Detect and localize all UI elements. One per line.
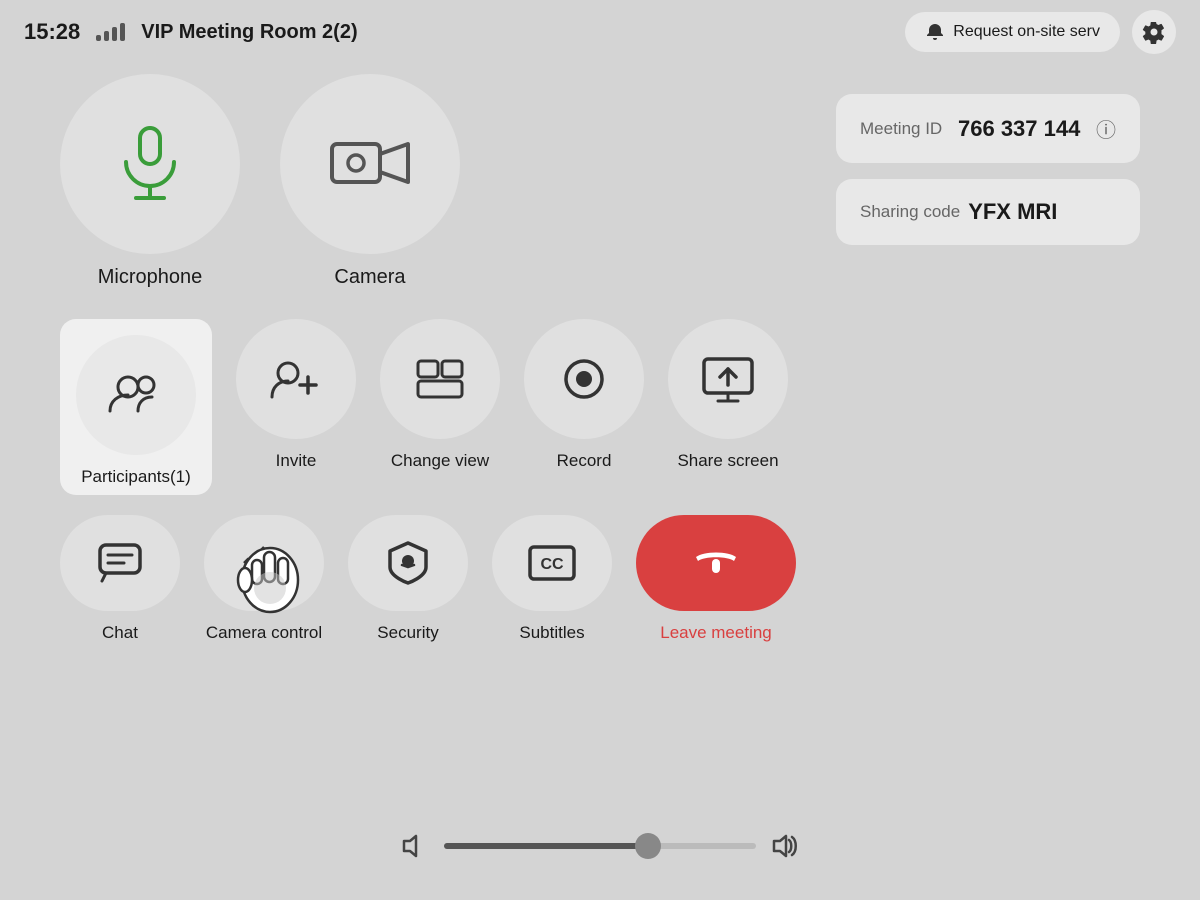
- chat-control: Chat: [60, 515, 180, 643]
- record-label: Record: [557, 451, 612, 471]
- header-right: Request on-site serv: [905, 10, 1176, 54]
- microphone-button[interactable]: [60, 74, 240, 254]
- invite-button[interactable]: [236, 319, 356, 439]
- record-button[interactable]: [524, 319, 644, 439]
- room-title: VIP Meeting Room 2(2): [141, 21, 357, 44]
- signal-bar-4: [120, 23, 125, 41]
- signal-bar-1: [96, 35, 101, 41]
- header: 15:28 VIP Meeting Room 2(2) Request on-s…: [0, 0, 1200, 64]
- settings-button[interactable]: [1132, 10, 1176, 54]
- participants-icon: [108, 373, 164, 417]
- sharing-code-label: Sharing code: [860, 202, 960, 222]
- share-screen-icon: [700, 355, 756, 403]
- gear-icon: [1142, 20, 1166, 44]
- camera-control-label: Camera control: [206, 623, 322, 643]
- leave-meeting-control: Leave meeting: [636, 515, 796, 643]
- chat-button[interactable]: [60, 515, 180, 611]
- bottom-controls-row: Chat Camera control: [60, 515, 796, 643]
- invite-icon: [270, 357, 322, 401]
- subtitles-label: Subtitles: [519, 623, 584, 643]
- subtitles-button[interactable]: CC: [492, 515, 612, 611]
- camera-control-icon: [238, 541, 290, 585]
- info-icon[interactable]: ⓘ: [1096, 114, 1116, 143]
- security-icon: [386, 539, 430, 587]
- chat-icon: [96, 541, 144, 585]
- bell-icon: [925, 22, 945, 42]
- record-icon: [560, 355, 608, 403]
- share-screen-button[interactable]: [668, 319, 788, 439]
- leave-icon: [690, 547, 742, 579]
- meeting-id-label: Meeting ID: [860, 119, 950, 139]
- participants-circle: [76, 335, 196, 455]
- meeting-id-card: Meeting ID 766 337 144 ⓘ: [836, 94, 1140, 163]
- sharing-code-value: YFX MRI: [968, 199, 1057, 225]
- volume-high-icon: [772, 832, 800, 860]
- meeting-id-value: 766 337 144: [958, 116, 1080, 142]
- invite-label: Invite: [276, 451, 317, 471]
- camera-button[interactable]: [280, 74, 460, 254]
- subtitles-icon: CC: [526, 541, 578, 585]
- record-control: Record: [524, 319, 644, 495]
- camera-control-button[interactable]: [204, 515, 324, 611]
- clock: 15:28: [24, 19, 80, 45]
- request-service-label: Request on-site serv: [953, 23, 1100, 41]
- controls-section: Microphone Camera: [60, 74, 796, 643]
- change-view-control: Change view: [380, 319, 500, 495]
- signal-bars: [96, 23, 125, 41]
- change-view-button[interactable]: [380, 319, 500, 439]
- participants-label: Participants(1): [81, 467, 191, 487]
- security-label: Security: [377, 623, 438, 643]
- chat-label: Chat: [102, 623, 138, 643]
- header-left: 15:28 VIP Meeting Room 2(2): [24, 19, 358, 45]
- change-view-label: Change view: [391, 451, 489, 471]
- svg-text:CC: CC: [540, 556, 564, 573]
- leave-meeting-label: Leave meeting: [660, 623, 772, 643]
- middle-controls-row: Participants(1) Invite: [60, 319, 796, 495]
- camera-control: Camera: [280, 74, 460, 289]
- participants-control: Participants(1): [60, 319, 212, 495]
- subtitles-control: CC Subtitles: [492, 515, 612, 643]
- leave-meeting-button[interactable]: [636, 515, 796, 611]
- microphone-icon: [114, 124, 186, 204]
- volume-thumb[interactable]: [635, 833, 661, 859]
- invite-control: Invite: [236, 319, 356, 495]
- change-view-icon: [414, 357, 466, 401]
- volume-low-icon: [400, 832, 428, 860]
- request-service-button[interactable]: Request on-site serv: [905, 12, 1120, 52]
- signal-bar-3: [112, 27, 117, 41]
- main-content: Microphone Camera: [0, 64, 1200, 653]
- top-controls-row: Microphone Camera: [60, 74, 796, 289]
- camera-label: Camera: [334, 266, 405, 289]
- info-section: Meeting ID 766 337 144 ⓘ Sharing code YF…: [836, 74, 1140, 643]
- microphone-control: Microphone: [60, 74, 240, 289]
- security-control: Security: [348, 515, 468, 643]
- signal-bar-2: [104, 31, 109, 41]
- camera-control-item: Camera control: [204, 515, 324, 643]
- volume-slider[interactable]: [444, 843, 756, 849]
- sharing-code-card: Sharing code YFX MRI: [836, 179, 1140, 245]
- share-screen-control: Share screen: [668, 319, 788, 495]
- volume-row: [400, 832, 800, 860]
- camera-icon: [330, 134, 410, 194]
- volume-fill: [444, 843, 647, 849]
- participants-button[interactable]: Participants(1): [60, 319, 212, 495]
- security-button[interactable]: [348, 515, 468, 611]
- microphone-label: Microphone: [98, 266, 203, 289]
- share-screen-label: Share screen: [677, 451, 778, 471]
